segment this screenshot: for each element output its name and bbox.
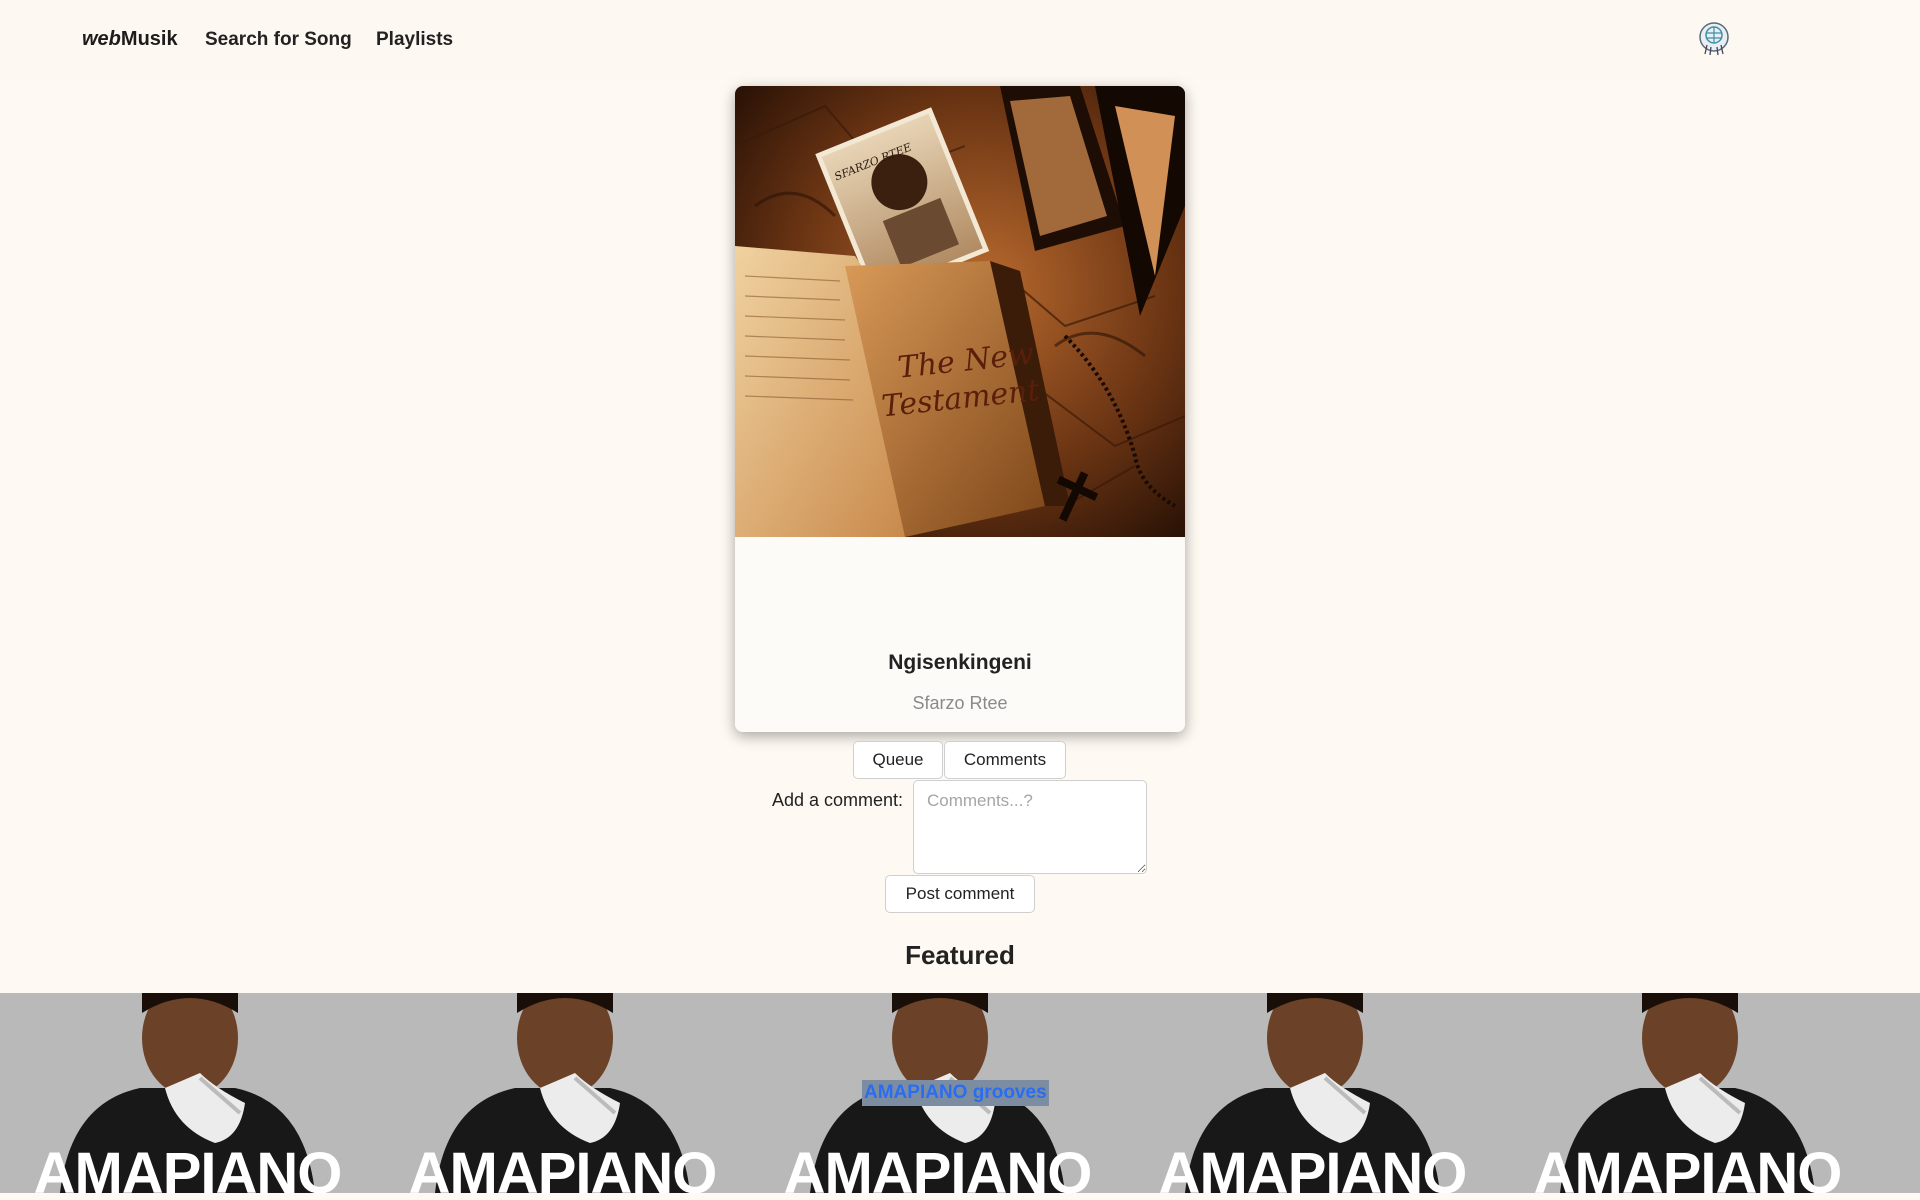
banner-text: AMAPIANO xyxy=(408,1141,718,1193)
featured-tile: AMAPIANO xyxy=(1125,993,1500,1193)
song-artist: Sfarzo Rtee xyxy=(912,693,1008,713)
banner-text: AMAPIANO xyxy=(1533,1141,1843,1193)
song-title: Ngisenkingeni xyxy=(888,651,1032,674)
album-cover: SFARZO RTEE The New Testament xyxy=(735,86,1185,537)
player-card: SFARZO RTEE The New Testament Ngisenking… xyxy=(735,86,1185,732)
featured-heading: Featured xyxy=(905,940,1015,970)
brand-logo[interactable]: webMusik xyxy=(82,28,178,51)
user-avatar[interactable] xyxy=(1698,21,1730,57)
featured-tile: AMAPIANO xyxy=(1500,993,1875,1193)
banner-text: AMAPIANO xyxy=(1158,1141,1468,1193)
song-info: Ngisenkingeni Sfarzo Rtee xyxy=(735,537,1185,732)
avatar-icon xyxy=(1699,22,1729,56)
post-comment-button[interactable]: Post comment xyxy=(885,875,1035,913)
tab-comments[interactable]: Comments xyxy=(944,741,1066,779)
top-navbar: webMusik Search for Song Playlists xyxy=(0,0,1858,80)
tab-queue[interactable]: Queue xyxy=(853,741,943,779)
nav-link-search[interactable]: Search for Song xyxy=(205,29,352,51)
featured-tile: AMAPIANO xyxy=(375,993,750,1193)
comment-input[interactable] xyxy=(913,780,1147,874)
featured-tile: AMAPIANO xyxy=(0,993,375,1193)
banner-text: AMAPIANO xyxy=(33,1141,343,1193)
brand-suffix: Musik xyxy=(120,28,178,50)
banner-caption-link[interactable]: AMAPIANO grooves xyxy=(862,1080,1049,1106)
banner-text: AMAPIANO xyxy=(783,1141,1093,1193)
brand-prefix: web xyxy=(82,28,121,50)
nav-link-playlists[interactable]: Playlists xyxy=(376,29,453,51)
comment-label: Add a comment: xyxy=(772,790,904,810)
